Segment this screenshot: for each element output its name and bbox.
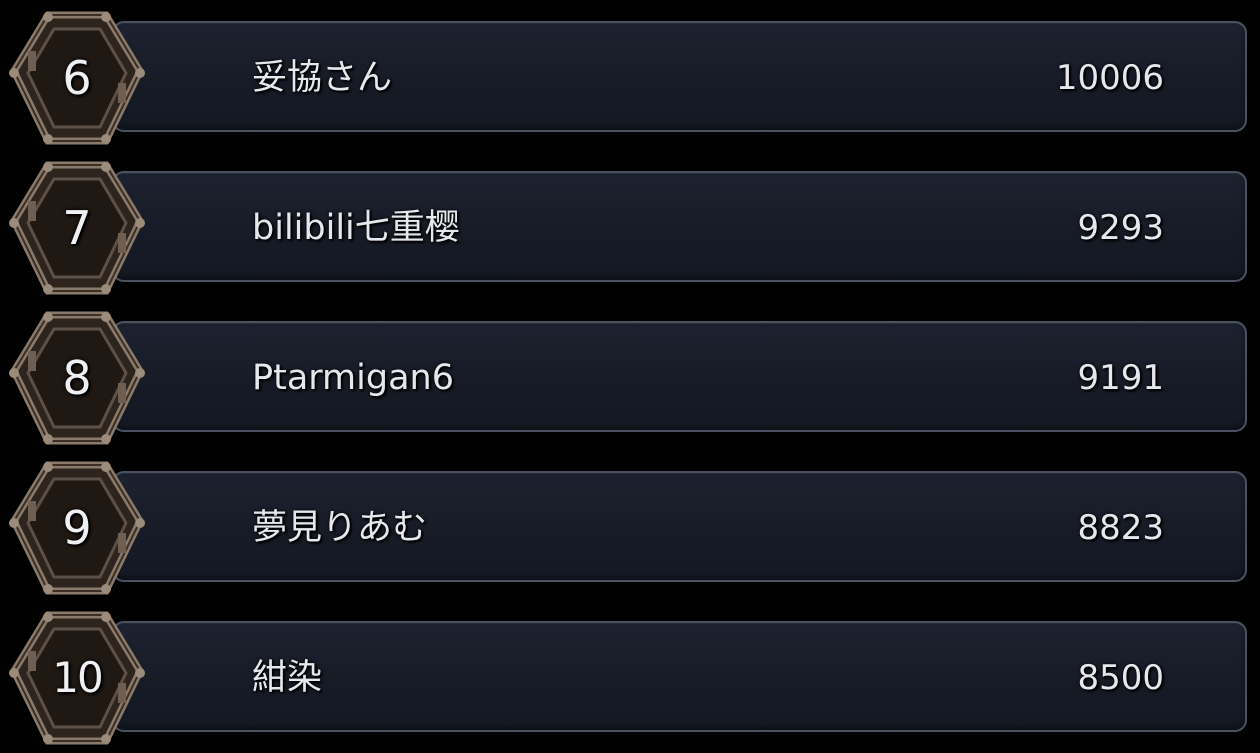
rank-number: 9 xyxy=(62,501,92,555)
player-name: 夢見りあむ xyxy=(252,508,428,548)
player-score: 9293 xyxy=(1077,208,1164,248)
rank-badge: 9 xyxy=(8,461,146,595)
player-name: bilibili七重樱 xyxy=(252,208,460,248)
leaderboard-row[interactable]: 6 妥協さん 10006 xyxy=(0,3,1260,153)
player-name: 妥協さん xyxy=(252,58,393,98)
leaderboard: 6 妥協さん 10006 7 bilibili七重樱 9293 8 Ptarmi… xyxy=(0,0,1260,750)
rank-number: 8 xyxy=(62,351,92,405)
rank-badge: 8 xyxy=(8,311,146,445)
player-score: 10006 xyxy=(1055,58,1164,98)
player-score: 8500 xyxy=(1077,658,1164,698)
leaderboard-row[interactable]: 8 Ptarmigan6 9191 xyxy=(0,303,1260,453)
rank-number: 6 xyxy=(62,51,92,105)
player-score: 8823 xyxy=(1077,508,1164,548)
rank-badge: 10 xyxy=(8,611,146,745)
player-score: 9191 xyxy=(1077,358,1164,398)
leaderboard-row[interactable]: 7 bilibili七重樱 9293 xyxy=(0,153,1260,303)
rank-number: 7 xyxy=(62,201,92,255)
player-name: 紺染 xyxy=(252,658,323,698)
rank-number: 10 xyxy=(52,653,103,702)
leaderboard-row[interactable]: 10 紺染 8500 xyxy=(0,603,1260,753)
rank-badge: 7 xyxy=(8,161,146,295)
leaderboard-row[interactable]: 9 夢見りあむ 8823 xyxy=(0,453,1260,603)
rank-badge: 6 xyxy=(8,11,146,145)
player-name: Ptarmigan6 xyxy=(252,358,454,398)
